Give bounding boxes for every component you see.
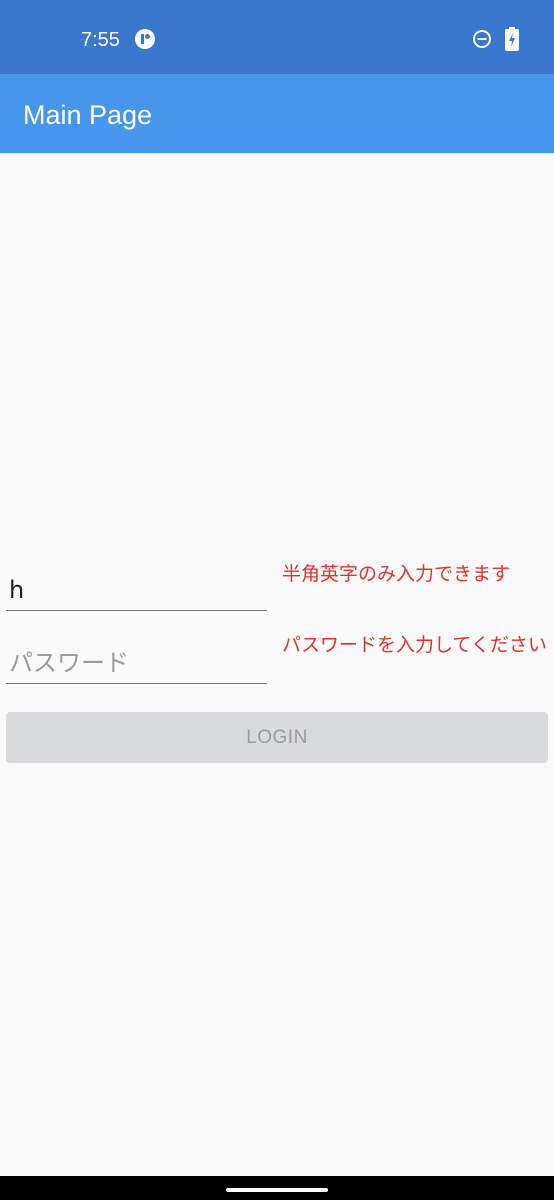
battery-charging-icon [505,27,519,51]
main-page-screen: 7:55 Main Page 半角英字のみ入力できます パスワードを入力してくだ… [0,0,554,1200]
status-bar: 7:55 [0,0,554,74]
notification-icon [135,29,155,49]
status-time: 7:55 [81,29,120,51]
username-field[interactable] [6,570,267,611]
home-handle[interactable] [226,1188,328,1192]
password-input[interactable] [6,643,264,683]
password-error-text: パスワードを入力してください [282,634,547,656]
app-bar: Main Page [0,74,554,153]
do-not-disturb-icon [473,30,491,48]
navigation-bar [0,1176,554,1200]
password-field[interactable] [6,643,267,684]
username-error-text: 半角英字のみ入力できます [282,563,511,585]
login-button[interactable]: LOGIN [6,712,548,763]
page-title: Main Page [23,100,153,130]
username-input[interactable] [6,570,264,610]
